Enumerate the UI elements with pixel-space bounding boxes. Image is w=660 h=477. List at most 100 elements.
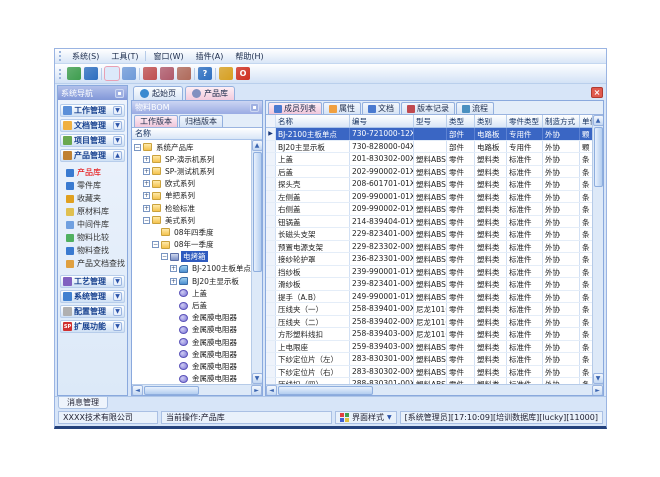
chevron-down-icon[interactable]: ▼ — [113, 121, 122, 130]
column-header-名称[interactable]: 名称 — [276, 115, 350, 127]
grid-window-icon[interactable] — [122, 67, 136, 80]
column-header-编号[interactable]: 编号 — [350, 115, 414, 127]
table-row[interactable]: 滑纱板239-823401-00X塑料ABS零件塑料类标准件外协条 — [266, 278, 592, 291]
nav-section-配置管理[interactable]: 配置管理▼ — [60, 305, 125, 318]
lock-icon[interactable] — [219, 67, 233, 80]
scroll-right-icon[interactable]: ► — [251, 385, 262, 396]
menu-item-4[interactable]: 插件(A) — [190, 50, 230, 63]
menu-item-5[interactable]: 帮助(H) — [229, 50, 269, 63]
tree-node-欧式系列[interactable]: +欧式系列 — [132, 178, 251, 190]
table-row[interactable]: 预置电源支架229-823302-00X塑料ABS零件塑料类标准件外协条 — [266, 241, 592, 254]
tree-hscroll-thumb[interactable] — [144, 386, 199, 395]
tree-node-BJ-2100主板单点[interactable]: +BJ-2100主板单点 — [132, 263, 251, 275]
collapse-icon[interactable]: − — [152, 241, 159, 248]
table-row[interactable]: 挡纱板239-990001-01X塑料ABS零件塑料类标准件外协条 — [266, 266, 592, 279]
menu-item-1[interactable]: 系统(S) — [66, 50, 105, 63]
expand-icon[interactable]: + — [143, 180, 150, 187]
tree-node-后盖[interactable]: 后盖 — [132, 299, 251, 311]
tree-node-金属膜电阻器[interactable]: 金属膜电阻器 — [132, 336, 251, 348]
tab-成员列表[interactable]: 成员列表 — [268, 102, 322, 114]
collapse-icon[interactable]: − — [143, 217, 150, 224]
tree-node-金属膜电阻器[interactable]: 金属膜电阻器 — [132, 324, 251, 336]
tree-vscroll-thumb[interactable] — [253, 152, 262, 272]
chevron-down-icon[interactable]: ▼ — [113, 106, 122, 115]
expand-icon[interactable]: + — [170, 265, 177, 272]
tree-node-美式系列[interactable]: −美式系列 — [132, 214, 251, 226]
tree-node-金属膜电阻器[interactable]: 金属膜电阻器 — [132, 373, 251, 384]
monitor-icon[interactable] — [67, 67, 81, 80]
table-vscroll-thumb[interactable] — [594, 127, 603, 187]
nav-section-工艺管理[interactable]: 工艺管理▼ — [60, 275, 125, 288]
scroll-left-icon[interactable]: ◄ — [266, 385, 277, 396]
column-header-型号[interactable]: 型号 — [414, 115, 447, 127]
tree-vertical-scrollbar[interactable]: ▲ ▼ — [251, 140, 262, 384]
ui-style-dropdown[interactable]: 界面样式 ▼ — [335, 411, 397, 424]
tree-node-单把系列[interactable]: +单把系列 — [132, 190, 251, 202]
table-row[interactable]: 接纱轮护罩236-823301-00X塑料ABS零件塑料类标准件外协条 — [266, 253, 592, 266]
tree-horizontal-scrollbar[interactable]: ◄ ► — [132, 384, 262, 395]
column-header-零件类型[interactable]: 零件类型 — [507, 115, 543, 127]
table-hscroll-thumb[interactable] — [278, 386, 373, 395]
tab-工作版本[interactable]: 工作版本 — [134, 115, 178, 127]
nav-item-零件库[interactable]: 零件库 — [66, 179, 125, 192]
nav-section-扩展功能[interactable]: SP扩展功能▼ — [60, 320, 125, 333]
chevron-down-icon[interactable]: ▼ — [113, 277, 122, 286]
table-row[interactable]: 后盖202-990002-01X塑料ABS零件塑料类标准件外协条 — [266, 166, 592, 179]
table-row[interactable]: 左侧盖209-990001-01X塑料ABS零件塑料类标准件外协条 — [266, 191, 592, 204]
close-tab-icon[interactable]: × — [591, 87, 603, 98]
folder-open-icon[interactable] — [105, 67, 119, 80]
globe-icon[interactable] — [84, 67, 98, 80]
tree-column-header[interactable]: 名称 — [132, 128, 262, 140]
scroll-right-icon[interactable]: ► — [592, 385, 603, 396]
tree-node-BJ20主显示板[interactable]: +BJ20主显示板 — [132, 275, 251, 287]
menu-item-3[interactable]: 窗口(W) — [147, 50, 189, 63]
table-row[interactable]: 探头壳208-601701-01X塑料ABS零件塑料类标准件外协条 — [266, 178, 592, 191]
column-header-类型[interactable]: 类型 — [447, 115, 475, 127]
column-header-制造方式[interactable]: 制造方式 — [543, 115, 580, 127]
table-row[interactable]: 压线夹（一）258-839401-00X尼龙1010零件塑料类标准件外协条 — [266, 303, 592, 316]
nav-item-中间件库[interactable]: 中间件库 — [66, 218, 125, 231]
tree-node-08年一季度[interactable]: −08年一季度 — [132, 239, 251, 251]
chevron-down-icon[interactable]: ▼ — [113, 322, 122, 331]
nav-item-物料查找[interactable]: 物料查找 — [66, 244, 125, 257]
help-icon[interactable]: ? — [198, 67, 212, 80]
nav-section-系统管理[interactable]: 系统管理▼ — [60, 290, 125, 303]
table-row[interactable]: 长磁头支架229-823401-00X塑料ABS零件塑料类标准件外协条 — [266, 228, 592, 241]
table-row[interactable]: 提手（A.B）249-990001-01X塑料ABS零件塑料类标准件外协条 — [266, 291, 592, 304]
expand-icon[interactable]: + — [143, 192, 150, 199]
column-header-单位[interactable]: 单位 — [580, 115, 592, 127]
pin-icon[interactable]: ▪ — [115, 89, 124, 98]
chevron-down-icon[interactable]: ▼ — [113, 292, 122, 301]
tab-文档[interactable]: 文档 — [362, 102, 400, 114]
chevron-down-icon[interactable]: ▼ — [113, 307, 122, 316]
scroll-left-icon[interactable]: ◄ — [132, 385, 143, 396]
table-row[interactable]: ▶BJ-2100主板单点730-721000-12X部件电路板专用件外协颗 — [266, 128, 592, 141]
chevron-up-icon[interactable]: ▲ — [113, 151, 122, 160]
table-row[interactable]: 右侧盖209-990002-01X塑料ABS零件塑料类标准件外协条 — [266, 203, 592, 216]
tree-node-上盖[interactable]: 上盖 — [132, 287, 251, 299]
nav-section-项目管理[interactable]: 项目管理▼ — [60, 134, 125, 147]
tab-版本记录[interactable]: 版本记录 — [401, 102, 455, 114]
expand-icon[interactable]: + — [143, 205, 150, 212]
tree-node-SP-测试机系列[interactable]: +SP-测试机系列 — [132, 165, 251, 177]
tree-node-08年四季度[interactable]: 08年四季度 — [132, 226, 251, 238]
bom-pin-icon[interactable]: ▪ — [250, 103, 259, 112]
scroll-down-icon[interactable]: ▼ — [593, 373, 604, 384]
table-row[interactable]: 钮锅盖214-839404-01X塑料ABS零件塑料类标准件外协条 — [266, 216, 592, 229]
tab-产品库[interactable]: 产品库 — [185, 86, 235, 100]
table-row[interactable]: 上电限座259-839403-00X塑料ABS零件塑料类标准件外协条 — [266, 341, 592, 354]
table-row[interactable]: 压线夹（二）258-839402-00X尼龙1010零件塑料类标准件外协条 — [266, 316, 592, 329]
scroll-up-icon[interactable]: ▲ — [252, 140, 263, 151]
nav-item-收藏夹[interactable]: 收藏夹 — [66, 192, 125, 205]
close-window-icon[interactable] — [177, 67, 191, 80]
nav-item-产品文档查找[interactable]: 产品文档查找 — [66, 257, 125, 270]
tab-流程[interactable]: 流程 — [456, 102, 494, 114]
tab-message-manage[interactable]: 消息管理 — [58, 397, 108, 409]
nav-item-物料比较[interactable]: 物料比较 — [66, 231, 125, 244]
table-row[interactable]: 下纱定位片（右）283-830302-00X塑料ABS零件塑料类标准件外协条 — [266, 366, 592, 379]
tree-node-电烤箱[interactable]: −电烤箱 — [132, 251, 251, 263]
table-row[interactable]: 上盖201-830302-00X塑料ABS零件塑料类标准件外协条 — [266, 153, 592, 166]
tab-起始页[interactable]: 起始页 — [133, 86, 183, 100]
tab-归档版本[interactable]: 归档版本 — [179, 115, 223, 127]
new-window-icon[interactable] — [143, 67, 157, 80]
